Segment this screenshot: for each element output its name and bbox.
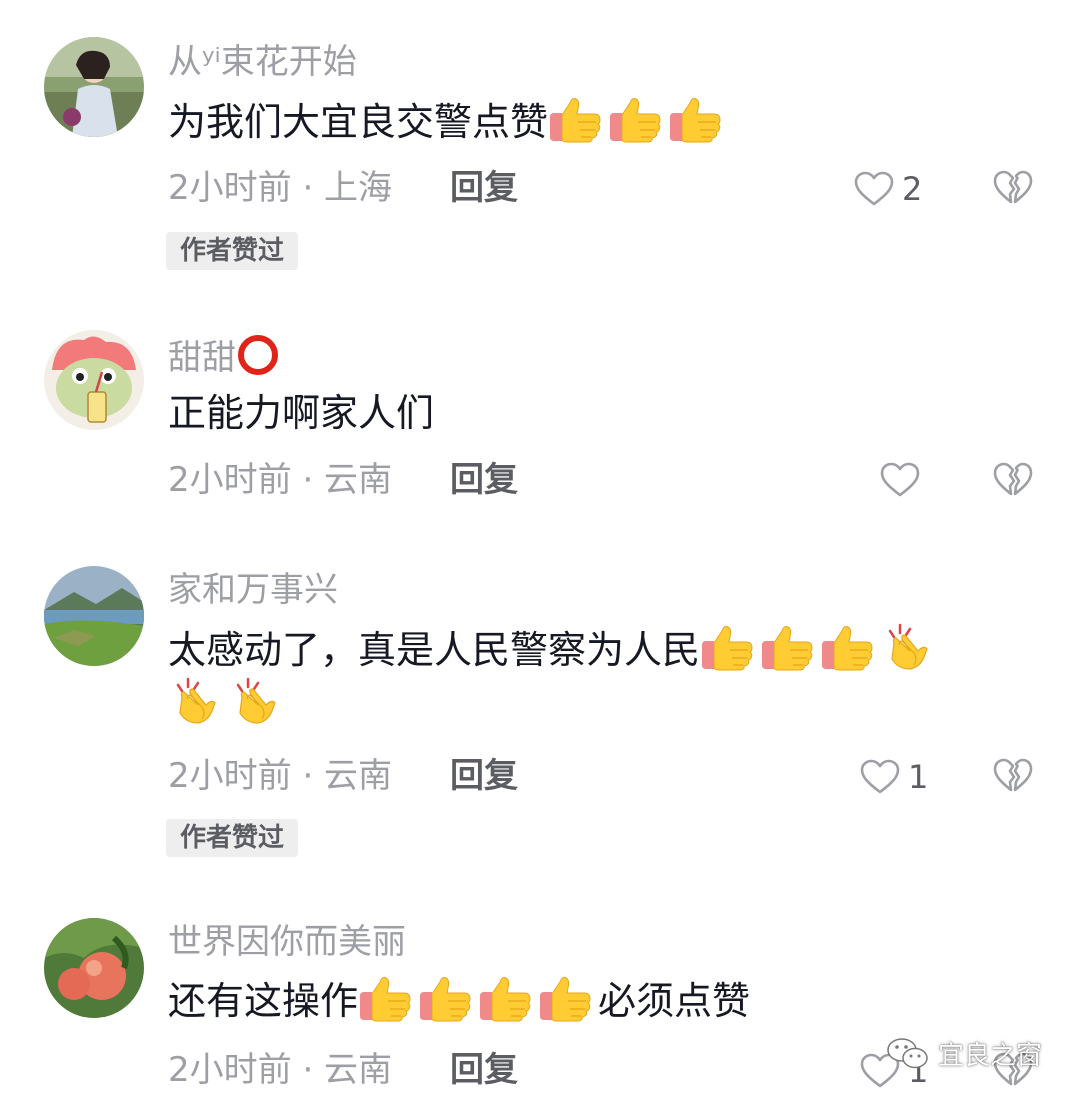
- comment-text: 正能力啊家人们: [168, 391, 435, 435]
- reply-button[interactable]: 回复: [450, 460, 518, 500]
- thumbs-up-emoji-icon: [478, 974, 534, 1022]
- like-count: 2: [902, 170, 923, 208]
- clapping-hands-emoji-icon: [880, 623, 936, 671]
- broken-heart-icon: [993, 462, 1033, 498]
- dislike-button[interactable]: [993, 170, 1033, 210]
- dislike-button[interactable]: [993, 758, 1033, 798]
- avatar[interactable]: [44, 566, 144, 666]
- comment-time-location: 2小时前 · 云南: [168, 1050, 393, 1090]
- heart-icon: [860, 759, 900, 795]
- thumbs-up-emoji-icon: [608, 95, 664, 143]
- like-button[interactable]: [880, 462, 920, 498]
- comment-text: 还有这操作 必须点赞: [168, 974, 1028, 1028]
- comment-username[interactable]: 世界因你而美丽: [168, 922, 406, 962]
- thumbs-up-emoji-icon: [538, 974, 594, 1022]
- thumbs-up-emoji-icon: [548, 95, 604, 143]
- like-count: 1: [908, 758, 929, 796]
- thumbs-up-emoji-icon: [358, 974, 414, 1022]
- broken-heart-icon: [993, 170, 1033, 206]
- avatar[interactable]: [44, 37, 144, 137]
- like-button[interactable]: 2: [854, 170, 922, 208]
- comment-time-location: 2小时前 · 上海: [168, 168, 393, 208]
- comment-time-location: 2小时前 · 云南: [168, 460, 393, 500]
- dislike-button[interactable]: [993, 462, 1033, 502]
- broken-heart-icon: [993, 758, 1033, 794]
- reply-button[interactable]: 回复: [450, 1050, 518, 1090]
- heart-icon: [854, 171, 894, 207]
- thumbs-up-emoji-icon: [820, 623, 876, 671]
- heart-icon: [880, 462, 920, 498]
- comment-username[interactable]: 甜甜: [168, 335, 278, 378]
- thumbs-up-emoji-icon: [700, 623, 756, 671]
- thumbs-up-emoji-icon: [418, 974, 474, 1022]
- watermark-label: 宜良之窗: [938, 1041, 1043, 1071]
- comment-text: 太感动了，真是人民警察为人民: [168, 623, 1028, 731]
- author-liked-badge: 作者赞过: [166, 819, 299, 857]
- thumbs-up-emoji-icon: [668, 95, 724, 143]
- comment-username[interactable]: 从ʸⁱ束花开始: [168, 42, 357, 82]
- like-button[interactable]: 1: [860, 758, 928, 796]
- watermark: 宜良之窗: [886, 1035, 1042, 1072]
- avatar[interactable]: [44, 918, 144, 1018]
- thumbs-up-emoji-icon: [760, 623, 816, 671]
- comment-username[interactable]: 家和万事兴: [168, 570, 338, 610]
- avatar[interactable]: [44, 330, 144, 430]
- reply-button[interactable]: 回复: [450, 756, 518, 796]
- clapping-hands-emoji-icon: [228, 677, 284, 725]
- red-circle-icon: [238, 335, 278, 375]
- comment-text: 为我们大宜良交警点赞: [168, 95, 1028, 149]
- reply-button[interactable]: 回复: [450, 168, 518, 208]
- comment-time-location: 2小时前 · 云南: [168, 756, 393, 796]
- author-liked-badge: 作者赞过: [166, 232, 299, 270]
- wechat-icon: [887, 1037, 928, 1068]
- clapping-hands-emoji-icon: [168, 677, 224, 725]
